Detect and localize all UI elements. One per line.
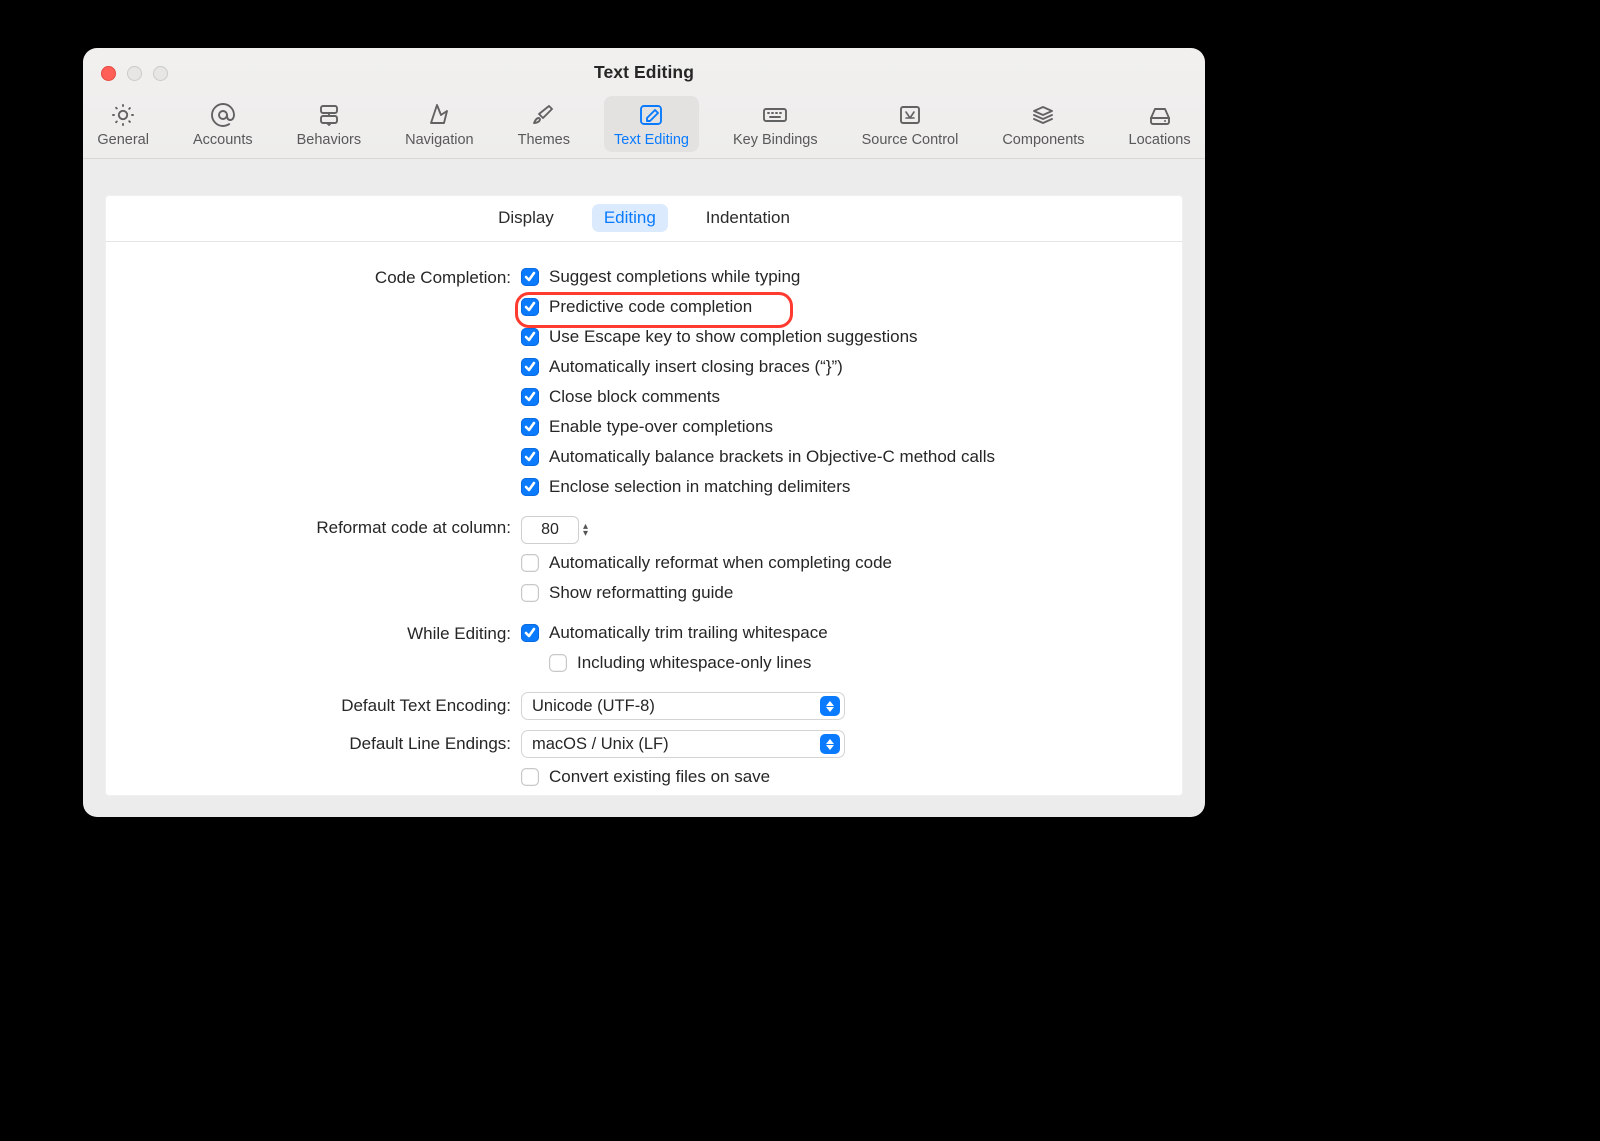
checkbox-label: Show reformatting guide [549, 582, 733, 604]
titlebar: Text Editing General Accounts Behaviors … [83, 48, 1205, 159]
paintbrush-icon [529, 102, 559, 128]
checkbox-label: Suggest completions while typing [549, 266, 800, 288]
checkbox-auto-reformat[interactable] [521, 554, 539, 572]
disk-icon [1145, 102, 1175, 128]
source-control-icon [895, 102, 925, 128]
subtab-editing[interactable]: Editing [592, 204, 668, 232]
toolbar-label: Accounts [193, 132, 253, 148]
subtab-display[interactable]: Display [486, 204, 566, 232]
at-sign-icon [208, 102, 238, 128]
reformat-column-stepper[interactable]: 80 ▴▾ [521, 516, 892, 544]
checkbox-enclose-selection[interactable] [521, 478, 539, 496]
checkbox-label: Use Escape key to show completion sugges… [549, 326, 918, 348]
checkbox-label: Predictive code completion [549, 296, 752, 318]
toolbar-label: Themes [518, 132, 570, 148]
checkbox-label: Automatically insert closing braces (“}”… [549, 356, 843, 378]
toolbar-label: Behaviors [297, 132, 361, 148]
toolbar-themes[interactable]: Themes [508, 96, 580, 152]
subtab-bar: Display Editing Indentation [105, 195, 1183, 242]
toolbar-source-control[interactable]: Source Control [852, 96, 969, 152]
checkbox-balance-brackets[interactable] [521, 448, 539, 466]
checkbox-label: Close block comments [549, 386, 720, 408]
stepper-value[interactable]: 80 [521, 516, 579, 544]
toolbar-label: Source Control [862, 132, 959, 148]
toolbar-label: Text Editing [614, 132, 689, 148]
text-editing-icon [636, 102, 666, 128]
toolbar-locations[interactable]: Locations [1119, 96, 1201, 152]
toolbar-label: Locations [1129, 132, 1191, 148]
toolbar-general[interactable]: General [87, 96, 159, 152]
chevron-up-down-icon [820, 734, 840, 754]
checkbox-close-block-comments[interactable] [521, 388, 539, 406]
stepper-arrows[interactable]: ▴▾ [583, 523, 588, 537]
settings-pane: Display Editing Indentation Code Complet… [105, 195, 1183, 796]
checkbox-label: Automatically trim trailing whitespace [549, 622, 828, 644]
checkbox-type-over[interactable] [521, 418, 539, 436]
checkbox-closing-braces[interactable] [521, 358, 539, 376]
checkbox-suggest-completions[interactable] [521, 268, 539, 286]
checkbox-label: Enclose selection in matching delimiters [549, 476, 850, 498]
toolbar-text-editing[interactable]: Text Editing [604, 96, 699, 152]
form: Code Completion: Suggest completions whi… [105, 242, 1183, 788]
stack-icon [1028, 102, 1058, 128]
checkbox-escape-suggestions[interactable] [521, 328, 539, 346]
label-line-endings: Default Line Endings: [105, 730, 521, 754]
checkbox-label: Enable type-over completions [549, 416, 773, 438]
toolbar-behaviors[interactable]: Behaviors [287, 96, 371, 152]
checkbox-convert-on-save[interactable] [521, 768, 539, 786]
gear-icon [108, 102, 138, 128]
label-while-editing: While Editing: [105, 622, 521, 644]
behaviors-icon [314, 102, 344, 128]
encoding-select[interactable]: Unicode (UTF-8) [521, 692, 845, 720]
checkbox-label: Automatically reformat when completing c… [549, 552, 892, 574]
checkbox-reformat-guide[interactable] [521, 584, 539, 602]
checkbox-label: Convert existing files on save [549, 766, 770, 788]
select-value: Unicode (UTF-8) [532, 697, 655, 716]
toolbar-label: Key Bindings [733, 132, 818, 148]
keyboard-icon [760, 102, 790, 128]
checkbox-whitespace-only-lines[interactable] [549, 654, 567, 672]
navigation-icon [424, 102, 454, 128]
line-endings-select[interactable]: macOS / Unix (LF) [521, 730, 845, 758]
toolbar-label: Components [1002, 132, 1084, 148]
checkbox-label: Automatically balance brackets in Object… [549, 446, 995, 468]
checkbox-predictive-completion[interactable] [521, 298, 539, 316]
checkbox-trim-whitespace[interactable] [521, 624, 539, 642]
checkbox-label: Including whitespace-only lines [577, 652, 811, 674]
subtab-indentation[interactable]: Indentation [694, 204, 802, 232]
toolbar-navigation[interactable]: Navigation [395, 96, 484, 152]
toolbar-components[interactable]: Components [992, 96, 1094, 152]
toolbar-label: General [97, 132, 149, 148]
toolbar-label: Navigation [405, 132, 474, 148]
label-encoding: Default Text Encoding: [105, 692, 521, 716]
select-value: macOS / Unix (LF) [532, 735, 669, 754]
label-reformat: Reformat code at column: [105, 516, 521, 538]
preferences-toolbar: General Accounts Behaviors Navigation Th… [83, 96, 1205, 152]
chevron-up-down-icon [820, 696, 840, 716]
preferences-window: Text Editing General Accounts Behaviors … [83, 48, 1205, 817]
toolbar-key-bindings[interactable]: Key Bindings [723, 96, 828, 152]
label-code-completion: Code Completion: [105, 266, 521, 288]
toolbar-accounts[interactable]: Accounts [183, 96, 263, 152]
window-body: Display Editing Indentation Code Complet… [83, 159, 1205, 817]
window-title: Text Editing [83, 62, 1205, 83]
